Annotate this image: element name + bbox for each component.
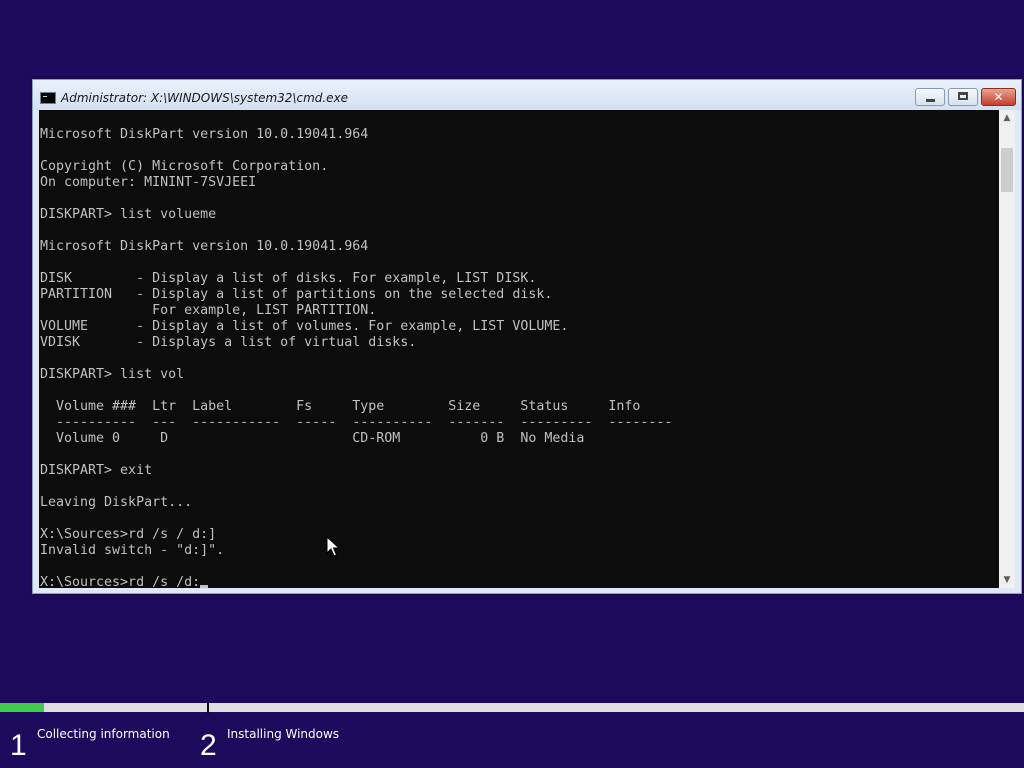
console-output[interactable]: Microsoft DiskPart version 10.0.19041.96…	[39, 110, 999, 588]
scroll-thumb[interactable]	[1001, 148, 1013, 192]
title-bar[interactable]: Administrator: X:\WINDOWS\system32\cmd.e…	[33, 80, 1021, 110]
minimize-icon	[926, 99, 935, 102]
setup-progress-bar	[0, 703, 1024, 712]
vertical-scrollbar[interactable]: ▲ ▼	[999, 110, 1015, 588]
step-1-label: Collecting information	[37, 727, 170, 741]
minimize-button[interactable]	[915, 88, 945, 106]
close-icon: ✕	[993, 90, 1004, 104]
cmd-window: Administrator: X:\WINDOWS\system32\cmd.e…	[32, 79, 1022, 594]
step-2-label: Installing Windows	[227, 727, 340, 741]
setup-progress-fill	[0, 703, 45, 712]
console-text[interactable]: Microsoft DiskPart version 10.0.19041.96…	[40, 127, 672, 588]
window-title: Administrator: X:\WINDOWS\system32\cmd.e…	[61, 91, 349, 105]
scroll-up-icon[interactable]: ▲	[999, 110, 1015, 126]
close-button[interactable]: ✕	[981, 88, 1016, 106]
step-2-number: 2	[200, 729, 217, 762]
maximize-button[interactable]	[948, 88, 978, 106]
progress-step-divider	[207, 703, 209, 714]
step-1-number: 1	[10, 729, 27, 762]
text-cursor	[200, 585, 209, 588]
scroll-down-icon[interactable]: ▼	[999, 572, 1015, 588]
maximize-icon	[958, 92, 968, 100]
mouse-pointer-icon	[326, 536, 340, 557]
console-icon	[40, 92, 56, 104]
